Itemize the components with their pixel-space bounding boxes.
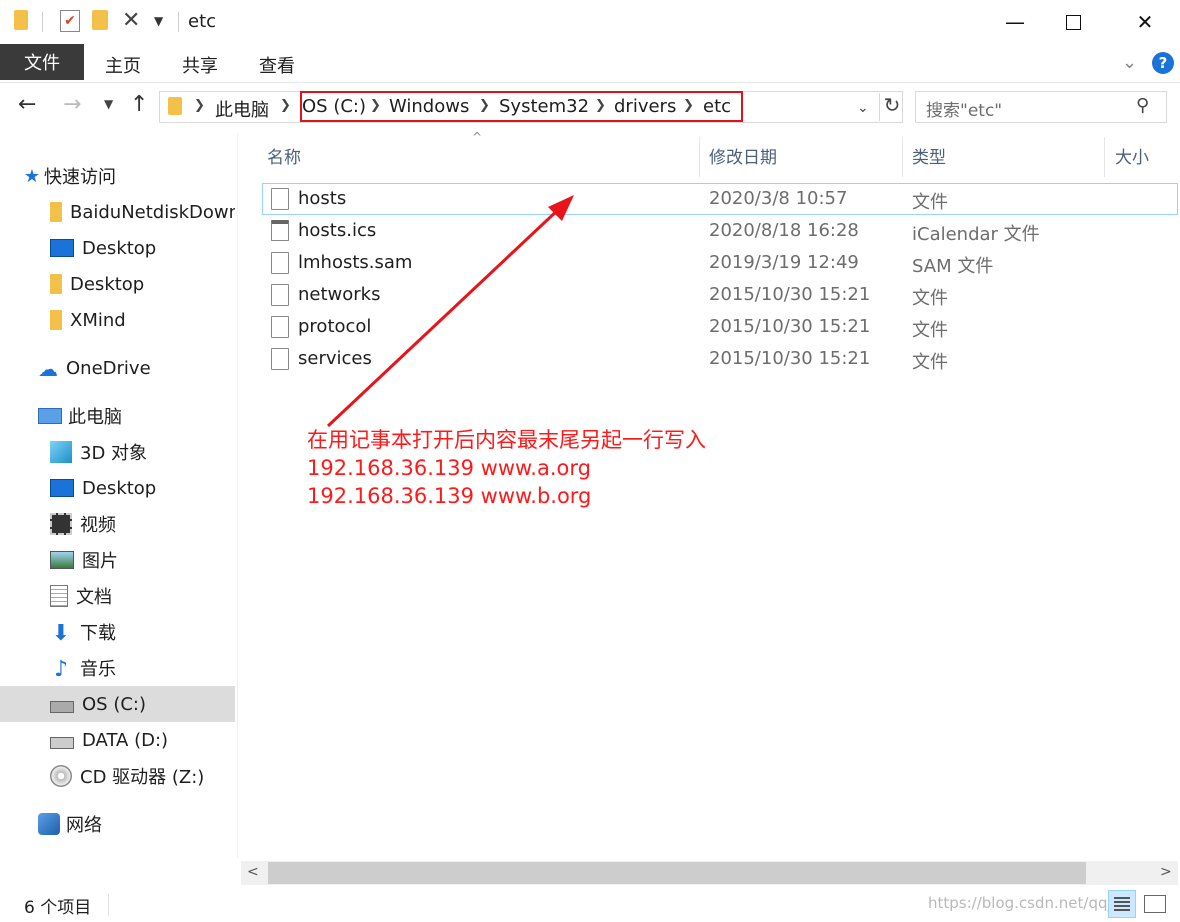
details-view-icon — [1114, 897, 1130, 911]
annotation-line: 192.168.36.139 www.b.org — [307, 484, 592, 508]
annotation-line: 192.168.36.139 www.a.org — [307, 456, 591, 480]
divider — [108, 894, 109, 916]
watermark: https://blog.csdn.net/qq_4 — [928, 894, 1125, 912]
scrollbar-thumb[interactable] — [268, 862, 1086, 884]
scroll-right-icon[interactable]: > — [1160, 864, 1172, 880]
large-icons-view-icon[interactable] — [1144, 895, 1166, 913]
annotation-note: 在用记事本打开后内容最末尾另起一行写入 192.168.36.139 www.a… — [307, 426, 706, 510]
annotation-line: 在用记事本打开后内容最末尾另起一行写入 — [307, 428, 706, 452]
scroll-left-icon[interactable]: < — [247, 864, 259, 880]
item-count: 6 个项目 — [24, 898, 92, 918]
